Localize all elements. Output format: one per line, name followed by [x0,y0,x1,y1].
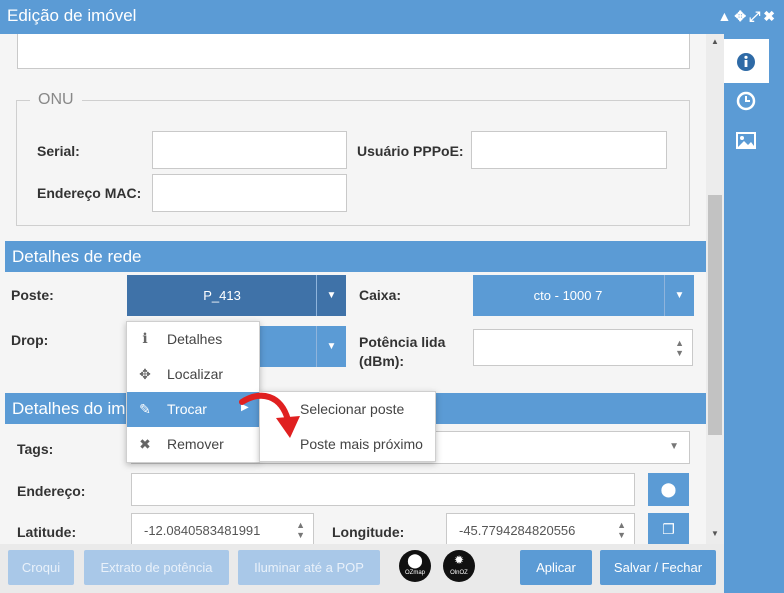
clock-icon[interactable] [735,90,757,112]
caixa-value: cto - 1000 7 [533,288,603,303]
spinner-icon[interactable]: ▲ ▼ [675,338,684,358]
spinner-icon[interactable]: ▲ ▼ [296,520,305,540]
menu-item-label: Remover [167,436,224,452]
image-icon[interactable] [735,130,757,152]
window-title: Edição de imóvel [7,6,137,25]
close-icon[interactable]: ✖ [763,8,778,24]
expand-icon[interactable]: ⤢ [749,8,763,24]
longitude-value: -45.7794284820556 [459,523,576,538]
longitude-label: Longitude: [332,524,405,540]
drop-label: Drop: [11,332,49,348]
scroll-up-icon[interactable]: ▲ [711,37,719,46]
pppoe-input[interactable] [471,131,667,169]
potencia-label-line1: Potência lida [359,334,446,350]
menu-item-label: Localizar [167,366,224,382]
rede-section-title: Detalhes de rede [12,247,142,266]
menu-item-localizar[interactable]: ✥ Localizar [127,357,259,392]
caixa-label: Caixa: [359,287,402,303]
latitude-label: Latitude: [17,524,77,540]
endereco-input[interactable] [131,473,635,506]
edit-icon: ✎ [139,401,151,417]
salvar-fechar-button[interactable]: Salvar / Fechar [600,550,716,585]
copy-icon: ❐ [662,521,675,537]
potencia-input[interactable]: ▲ ▼ [473,329,693,366]
fiber-icon: ✹ [453,553,465,567]
chevron-down-icon: ▼ [316,326,346,367]
latitude-input[interactable]: -12.0840583481991 ▲ ▼ [131,513,314,544]
mac-input[interactable] [152,174,347,212]
tags-label: Tags: [17,441,54,457]
menu-item-label: Trocar [167,401,207,417]
poste-value: P_413 [203,288,241,303]
olnoz-logo[interactable]: ✹ OlnOZ [443,550,475,582]
form-content: ONU Serial: Usuário PPPoE: Endereço MAC:… [0,34,706,544]
iluminar-pop-button[interactable]: Iluminar até a POP [238,550,380,585]
move-icon[interactable]: ✥ [734,8,749,24]
notes-textarea[interactable] [17,34,690,69]
poste-select[interactable]: P_413 ▼ [127,275,346,316]
footer-bar: Croqui Extrato de potência Iluminar até … [0,544,724,593]
info-circle-icon[interactable] [735,51,757,73]
potencia-label-line2: (dBm): [359,353,405,369]
croqui-button[interactable]: Croqui [8,550,74,585]
caixa-select[interactable]: cto - 1000 7 ▼ [473,275,694,316]
submenu-item-label: Selecionar poste [300,401,405,417]
serial-input[interactable] [152,131,347,169]
collapse-icon[interactable]: ▲ [717,8,734,24]
window-titlebar: Edição de imóvel ▲✥⤢✖ [0,0,784,34]
chevron-down-icon: ▼ [316,275,346,316]
menu-item-detalhes[interactable]: i Detalhes [127,322,259,357]
scroll-down-icon[interactable]: ▼ [711,529,719,538]
window-controls: ▲✥⤢✖ [717,8,778,25]
submenu-item-label: Poste mais próximo [300,436,423,452]
aplicar-button[interactable]: Aplicar [520,550,592,585]
menu-item-label: Detalhes [167,331,223,347]
spinner-icon[interactable]: ▲ ▼ [617,520,626,540]
mac-label: Endereço MAC: [37,185,142,201]
annotation-arrow-icon [239,392,300,438]
info-icon: i [142,331,148,347]
map-pin-icon: ⬤ [407,552,423,568]
ozmap-logo[interactable]: ⬤ OZmap [399,550,431,582]
right-sidebar [724,34,784,593]
longitude-input[interactable]: -45.7794284820556 ▲ ▼ [446,513,635,544]
olnoz-logo-label: OlnOZ [450,570,468,576]
serial-label: Serial: [37,143,80,159]
chevron-down-icon: ▼ [669,441,679,452]
rede-section-header: Detalhes de rede [5,241,706,272]
poste-label: Poste: [11,287,54,303]
chevron-down-icon: ▼ [664,275,694,316]
extrato-potencia-button[interactable]: Extrato de potência [84,550,229,585]
pppoe-label: Usuário PPPoE: [357,143,464,159]
copy-coords-button[interactable]: ❐ [648,513,689,544]
map-pin-icon: ⬤ [660,481,677,497]
latitude-value: -12.0840583481991 [144,523,261,538]
crosshair-icon: ✥ [139,366,151,382]
ozmap-logo-label: OZmap [404,570,425,576]
map-pin-button[interactable]: ⬤ [648,473,689,506]
endereco-label: Endereço: [17,483,86,499]
onu-legend: ONU [30,91,82,109]
x-icon: ✖ [139,436,151,452]
scrollbar-thumb[interactable] [708,195,722,435]
